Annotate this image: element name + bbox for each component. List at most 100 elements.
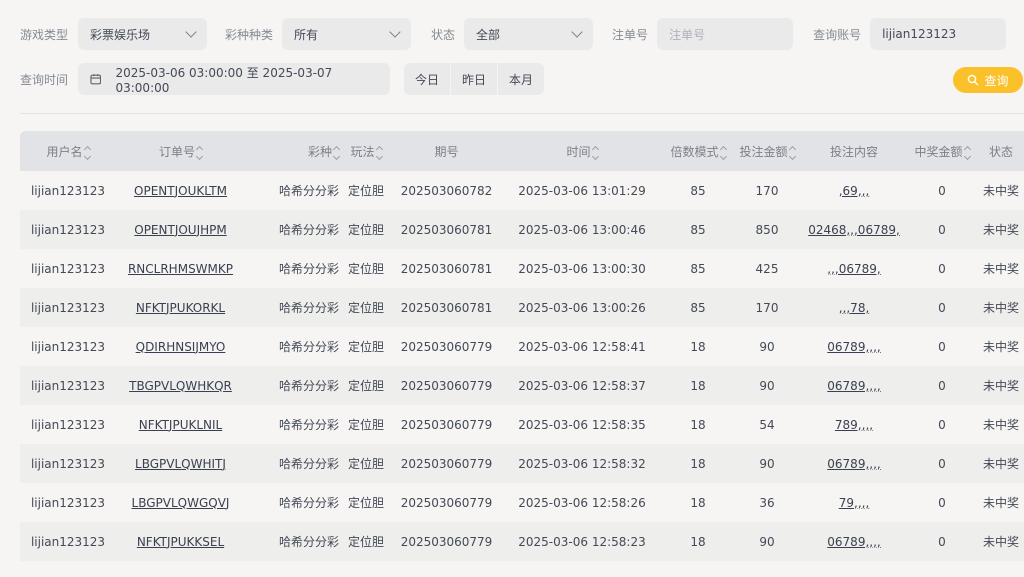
cell-username: lijian123123	[20, 483, 116, 522]
lottery-type-label: 彩种种类	[225, 27, 274, 42]
cell-multiple-mode: 18	[664, 522, 732, 561]
cell-bet-content: ,,,78,	[802, 288, 906, 327]
col-header-play[interactable]: 玩法	[339, 131, 393, 171]
query-button[interactable]: 查询	[953, 67, 1023, 93]
bet-content-link[interactable]: 79,,,,	[839, 496, 870, 510]
cell-username: lijian123123	[20, 522, 116, 561]
bet-content-link[interactable]: 06789,,,,	[827, 457, 880, 471]
col-header-lottery[interactable]: 彩种	[245, 131, 341, 171]
quick-month-button[interactable]: 本月	[498, 63, 544, 95]
date-range-picker[interactable]: 2025-03-06 03:00:00 至 2025-03-07 03:00:0…	[78, 63, 391, 95]
cell-bet-content: 06789,,,,	[802, 522, 906, 561]
cell-bet-amount: 170	[732, 288, 802, 327]
cell-bet-amount: 36	[732, 483, 802, 522]
account-input[interactable]: lijian123123	[870, 18, 1007, 50]
sort-icon	[83, 145, 91, 161]
bet-records-table: 用户名 订单号 彩种 玩法 期号 时间 倍数模式 投注金额 投注内容 中奖金额 …	[20, 131, 1024, 561]
quick-today-button[interactable]: 今日	[404, 63, 452, 95]
bet-content-link[interactable]: ,69,,,	[839, 184, 870, 198]
order-no-input[interactable]: 注单号	[657, 18, 794, 50]
col-header-bet-content: 投注内容	[802, 131, 906, 171]
game-type-select[interactable]: 彩票娱乐场	[78, 18, 208, 50]
col-header-bet-amount[interactable]: 投注金额	[732, 131, 802, 171]
sort-icon	[375, 145, 383, 161]
order-no-link[interactable]: RNCLRHMSWMKP	[128, 262, 233, 276]
order-no-link[interactable]: NFKTJPUKLNIL	[139, 418, 222, 432]
cell-bet-content: 06789,,,,	[802, 327, 906, 366]
cell-time: 2025-03-06 12:58:37	[500, 366, 664, 405]
order-no-label: 注单号	[612, 27, 649, 42]
cell-status: 未中奖	[978, 366, 1024, 405]
bet-content-link[interactable]: 789,,,,	[835, 418, 873, 432]
cell-issue: 202503060782	[393, 171, 500, 210]
bet-content-link[interactable]: 06789,,,,	[827, 535, 880, 549]
cell-bet-amount: 90	[732, 444, 802, 483]
bet-content-link[interactable]: ,,,78,	[839, 301, 870, 315]
quick-yesterday-button[interactable]: 昨日	[451, 63, 499, 95]
cell-time: 2025-03-06 13:01:29	[500, 171, 664, 210]
cell-bet-amount: 90	[732, 522, 802, 561]
col-header-username[interactable]: 用户名	[20, 131, 116, 171]
sort-icon	[332, 145, 341, 161]
col-header-multiple-mode[interactable]: 倍数模式	[664, 131, 732, 171]
bet-content-link[interactable]: 06789,,,,	[827, 379, 880, 393]
status-select[interactable]: 全部	[464, 18, 594, 50]
sort-icon	[788, 145, 796, 161]
cell-status: 未中奖	[978, 327, 1024, 366]
bet-content-link[interactable]: ,,,06789,	[827, 262, 880, 276]
cell-status: 未中奖	[978, 444, 1024, 483]
order-no-link[interactable]: OPENTJOUJHPM	[134, 223, 227, 237]
cell-play: 定位胆	[339, 171, 393, 210]
cell-order-no: RNCLRHMSWMKP	[116, 249, 245, 288]
col-header-issue: 期号	[393, 131, 500, 171]
order-no-link[interactable]: NFKTJPUKORKL	[136, 301, 225, 315]
table-body: lijian123123 OPENTJOUKLTM 哈希分分彩 定位胆 20250306…	[20, 171, 1024, 561]
time-label: 查询时间	[20, 72, 69, 87]
cell-play: 定位胆	[339, 327, 393, 366]
cell-issue: 202503060779	[393, 483, 500, 522]
cell-multiple-mode: 18	[664, 405, 732, 444]
cell-lottery: 哈希分分彩	[245, 522, 339, 561]
lottery-type-value: 所有	[294, 27, 319, 42]
cell-win-amount: 0	[906, 483, 978, 522]
table-row: lijian123123 RNCLRHMSWMKP 哈希分分彩 定位胆 20250306…	[20, 249, 1024, 288]
cell-lottery: 哈希分分彩	[245, 366, 339, 405]
cell-order-no: NFKTJPUKKSEL	[116, 522, 245, 561]
order-no-link[interactable]: OPENTJOUKLTM	[134, 184, 227, 198]
sort-icon	[591, 145, 599, 161]
cell-bet-amount: 850	[732, 210, 802, 249]
cell-status: 未中奖	[978, 210, 1024, 249]
cell-order-no: QDIRHNSIJMYO	[116, 327, 245, 366]
order-no-link[interactable]: TBGPVLQWHKQR	[129, 379, 232, 393]
col-header-time[interactable]: 时间	[500, 131, 664, 171]
lottery-type-select[interactable]: 所有	[282, 18, 412, 50]
cell-lottery: 哈希分分彩	[245, 405, 339, 444]
cell-issue: 202503060779	[393, 366, 500, 405]
cell-lottery: 哈希分分彩	[245, 171, 339, 210]
col-header-win-amount[interactable]: 中奖金额	[906, 131, 978, 171]
col-header-order-no[interactable]: 订单号	[116, 131, 245, 171]
calendar-icon	[90, 74, 102, 85]
order-no-link[interactable]: LBGPVLQWGQVJ	[132, 496, 230, 510]
sort-icon	[963, 145, 971, 161]
cell-bet-content: ,,,06789,	[802, 249, 906, 288]
cell-play: 定位胆	[339, 366, 393, 405]
bet-content-link[interactable]: 06789,,,,	[827, 340, 880, 354]
cell-issue: 202503060779	[393, 327, 500, 366]
order-no-link[interactable]: LBGPVLQWHITJ	[135, 457, 226, 471]
order-no-link[interactable]: QDIRHNSIJMYO	[136, 340, 226, 354]
cell-bet-amount: 90	[732, 366, 802, 405]
cell-status: 未中奖	[978, 405, 1024, 444]
cell-issue: 202503060781	[393, 210, 500, 249]
sort-icon	[195, 145, 204, 161]
cell-status: 未中奖	[978, 483, 1024, 522]
order-no-link[interactable]: NFKTJPUKKSEL	[137, 535, 224, 549]
bet-content-link[interactable]: 02468,,,06789,	[808, 223, 900, 237]
cell-issue: 202503060779	[393, 405, 500, 444]
table-row: lijian123123 LBGPVLQWHITJ 哈希分分彩 定位胆 20250306…	[20, 444, 1024, 483]
cell-bet-amount: 54	[732, 405, 802, 444]
cell-issue: 202503060779	[393, 522, 500, 561]
cell-win-amount: 0	[906, 327, 978, 366]
cell-username: lijian123123	[20, 405, 116, 444]
account-value: lijian123123	[882, 27, 957, 41]
